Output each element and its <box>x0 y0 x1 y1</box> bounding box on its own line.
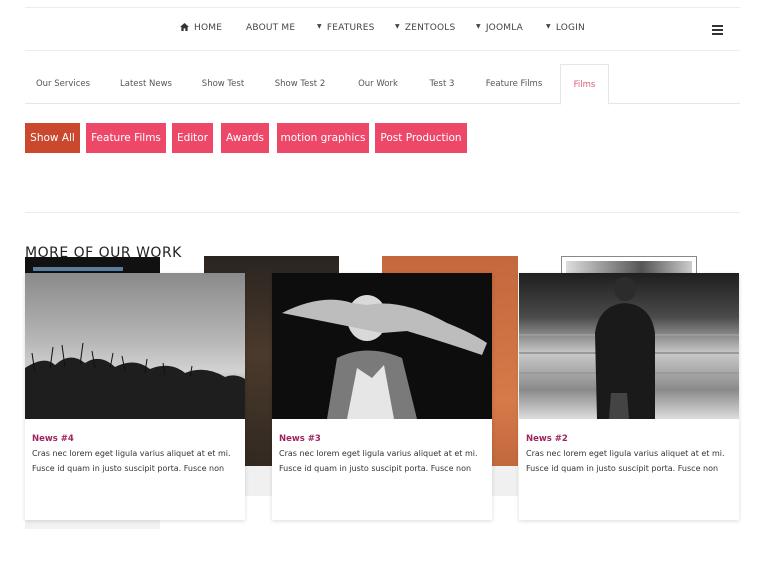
category-tabs: Our Services Latest News Show Test Show … <box>25 64 740 105</box>
filter-post-production-button[interactable]: Post Production <box>375 123 467 153</box>
filter-feature-films-button[interactable]: Feature Films <box>86 123 166 153</box>
news-image-singer[interactable] <box>272 273 492 419</box>
news-card[interactable]: News #2 Cras nec lorem eget ligula variu… <box>519 273 739 520</box>
filter-label: Feature Films <box>91 132 161 144</box>
tab-feature-films[interactable]: Feature Films <box>475 64 553 104</box>
news-card[interactable]: News #3 Cras nec lorem eget ligula variu… <box>272 273 492 520</box>
nav-home-label: HOME <box>194 23 223 33</box>
news-card[interactable]: News #4 Cras nec lorem eget ligula variu… <box>25 273 245 520</box>
tab-label: Test 3 <box>429 79 455 89</box>
main-navigation: HOME ABOUT ME ▼ FEATURES ▼ ZENTOOLS ▼ JOOML… <box>25 7 740 51</box>
filter-label: motion graphics <box>280 132 366 144</box>
tab-label: Films <box>573 80 596 90</box>
tab-label: Show Test 2 <box>274 79 326 89</box>
caret-down-icon: ▼ <box>476 23 481 30</box>
nav-login[interactable]: ▼ LOGIN <box>546 23 585 33</box>
caret-down-icon: ▼ <box>546 23 551 30</box>
hamburger-icon[interactable] <box>712 25 723 35</box>
news-excerpt: Cras nec lorem eget ligula varius alique… <box>32 449 231 473</box>
tab-our-services[interactable]: Our Services <box>25 64 101 104</box>
tab-label: Our Work <box>358 79 398 89</box>
nav-about-me-label: ABOUT ME <box>246 23 296 33</box>
news-title[interactable]: News #3 <box>279 434 321 444</box>
tab-our-work[interactable]: Our Work <box>347 64 409 104</box>
filter-label: Awards <box>225 132 265 144</box>
home-icon <box>180 23 189 31</box>
news-image-train[interactable] <box>519 273 739 419</box>
news-excerpt: Cras nec lorem eget ligula varius alique… <box>526 449 725 473</box>
tab-show-test-2[interactable]: Show Test 2 <box>265 64 335 104</box>
nav-features-label: FEATURES <box>326 23 375 33</box>
nav-home[interactable]: HOME <box>180 23 222 33</box>
tab-label: Show Test <box>201 79 245 89</box>
filter-label: Post Production <box>380 132 462 144</box>
tab-test-3[interactable]: Test 3 <box>421 64 463 104</box>
news-title[interactable]: News #4 <box>32 434 74 444</box>
nav-joomla[interactable]: ▼ JOOMLA <box>476 23 523 33</box>
tab-label: Latest News <box>120 79 172 89</box>
tab-latest-news[interactable]: Latest News <box>109 64 183 104</box>
nav-features[interactable]: ▼ FEATURES <box>317 23 375 33</box>
section-divider <box>25 212 740 213</box>
tab-show-test[interactable]: Show Test <box>191 64 255 104</box>
tab-films[interactable]: Films <box>560 64 609 105</box>
filter-show-all-button[interactable]: Show All <box>25 123 80 153</box>
section-heading: MORE OF OUR WORK <box>25 245 182 261</box>
filter-label: Editor <box>176 132 209 144</box>
nav-login-label: LOGIN <box>555 23 585 33</box>
tab-label: Feature Films <box>485 79 543 89</box>
nav-zentools[interactable]: ▼ ZENTOOLS <box>395 23 455 33</box>
filter-editor-button[interactable]: Editor <box>172 123 213 153</box>
filter-awards-button[interactable]: Awards <box>221 123 269 153</box>
nav-about-me[interactable]: ABOUT ME <box>246 23 295 33</box>
filter-label: Show All <box>30 132 75 144</box>
news-excerpt: Cras nec lorem eget ligula varius alique… <box>279 449 478 473</box>
caret-down-icon: ▼ <box>317 23 322 30</box>
nav-joomla-label: JOOMLA <box>485 23 523 33</box>
news-title[interactable]: News #2 <box>526 434 568 444</box>
filter-motion-graphics-button[interactable]: motion graphics <box>277 123 369 153</box>
news-image-field[interactable] <box>25 273 245 419</box>
tab-label: Our Services <box>35 79 91 89</box>
nav-zentools-label: ZENTOOLS <box>404 23 456 33</box>
caret-down-icon: ▼ <box>395 23 400 30</box>
